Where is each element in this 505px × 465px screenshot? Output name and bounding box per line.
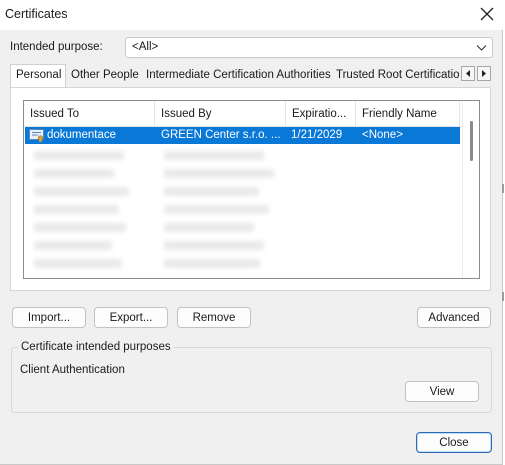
button-label: View xyxy=(429,385,455,398)
tab-strip: Personal Other People Intermediate Certi… xyxy=(10,64,492,88)
tab-other-people[interactable]: Other People xyxy=(66,66,140,88)
column-friendly-name[interactable]: Friendly Name xyxy=(356,101,460,127)
intended-purposes-text: Client Authentication xyxy=(20,364,125,376)
list-header: Issued To Issued By Expiratio... Friendl… xyxy=(24,101,462,127)
group-title: Certificate intended purposes xyxy=(18,341,174,353)
column-label: Expiratio... xyxy=(292,108,347,120)
tab-label: Personal xyxy=(16,69,62,81)
scrollbar-thumb[interactable] xyxy=(470,121,473,161)
tab-personal[interactable]: Personal xyxy=(10,64,66,87)
expiration-cell: 1/21/2029 xyxy=(291,129,343,141)
list-vertical-scrollbar[interactable] xyxy=(462,101,479,278)
certificate-icon xyxy=(29,129,44,143)
certificate-purposes-group xyxy=(11,347,492,413)
view-button[interactable]: View xyxy=(405,381,479,402)
table-row-selected[interactable]: dokumentace GREEN Center s.r.o. ... 1/21… xyxy=(25,127,460,144)
title-bar: Certificates xyxy=(0,0,503,30)
tab-label: Intermediate Certification Authorities xyxy=(146,69,331,81)
scroll-right-icon xyxy=(482,70,486,77)
button-label: Close xyxy=(439,436,469,449)
certificate-list[interactable]: Issued To Issued By Expiratio... Friendl… xyxy=(23,100,480,279)
advanced-button[interactable]: Advanced xyxy=(417,307,491,328)
tab-scroll-right-button[interactable] xyxy=(477,66,491,81)
issued-by-cell: GREEN Center s.r.o. ... xyxy=(161,129,281,141)
issued-to-cell: dokumentace xyxy=(47,129,117,141)
background-edge-mark xyxy=(502,184,504,193)
redacted-rows xyxy=(28,147,458,277)
friendly-name-cell: <None> xyxy=(362,129,403,141)
tab-label: Other People xyxy=(71,69,139,81)
column-label: Issued To xyxy=(30,108,80,120)
import-button[interactable]: Import... xyxy=(12,307,86,328)
intended-purpose-dropdown[interactable]: <All> xyxy=(125,37,493,58)
tab-intermediate-ca[interactable]: Intermediate Certification Authorities xyxy=(141,66,331,88)
column-label: Issued By xyxy=(161,108,212,120)
column-issued-to[interactable]: Issued To xyxy=(24,101,155,127)
close-button[interactable]: Close xyxy=(416,432,492,453)
column-expiration[interactable]: Expiratio... xyxy=(286,101,356,127)
scroll-left-icon xyxy=(466,70,470,77)
chevron-down-icon xyxy=(476,45,487,51)
column-label: Friendly Name xyxy=(362,108,437,120)
button-label: Import... xyxy=(27,311,71,324)
certificates-dialog: Certificates Intended purpose: <All> Per… xyxy=(0,0,503,465)
export-button[interactable]: Export... xyxy=(94,307,168,328)
button-label: Advanced xyxy=(428,311,480,324)
intended-purpose-label: Intended purpose: xyxy=(10,41,103,53)
tab-label: Trusted Root Certification Authorities xyxy=(336,69,459,81)
close-icon xyxy=(480,7,494,21)
tab-trusted-root-ca[interactable]: Trusted Root Certification Authorities xyxy=(331,66,459,88)
button-label: Export... xyxy=(109,311,153,324)
button-label: Remove xyxy=(192,311,236,324)
window-title: Certificates xyxy=(5,7,68,21)
remove-button[interactable]: Remove xyxy=(177,307,251,328)
background-edge-mark xyxy=(502,292,504,301)
close-window-button[interactable] xyxy=(473,2,501,26)
intended-purpose-value: <All> xyxy=(132,41,159,53)
column-issued-by[interactable]: Issued By xyxy=(155,101,286,127)
tab-scroll-left-button[interactable] xyxy=(461,66,475,81)
